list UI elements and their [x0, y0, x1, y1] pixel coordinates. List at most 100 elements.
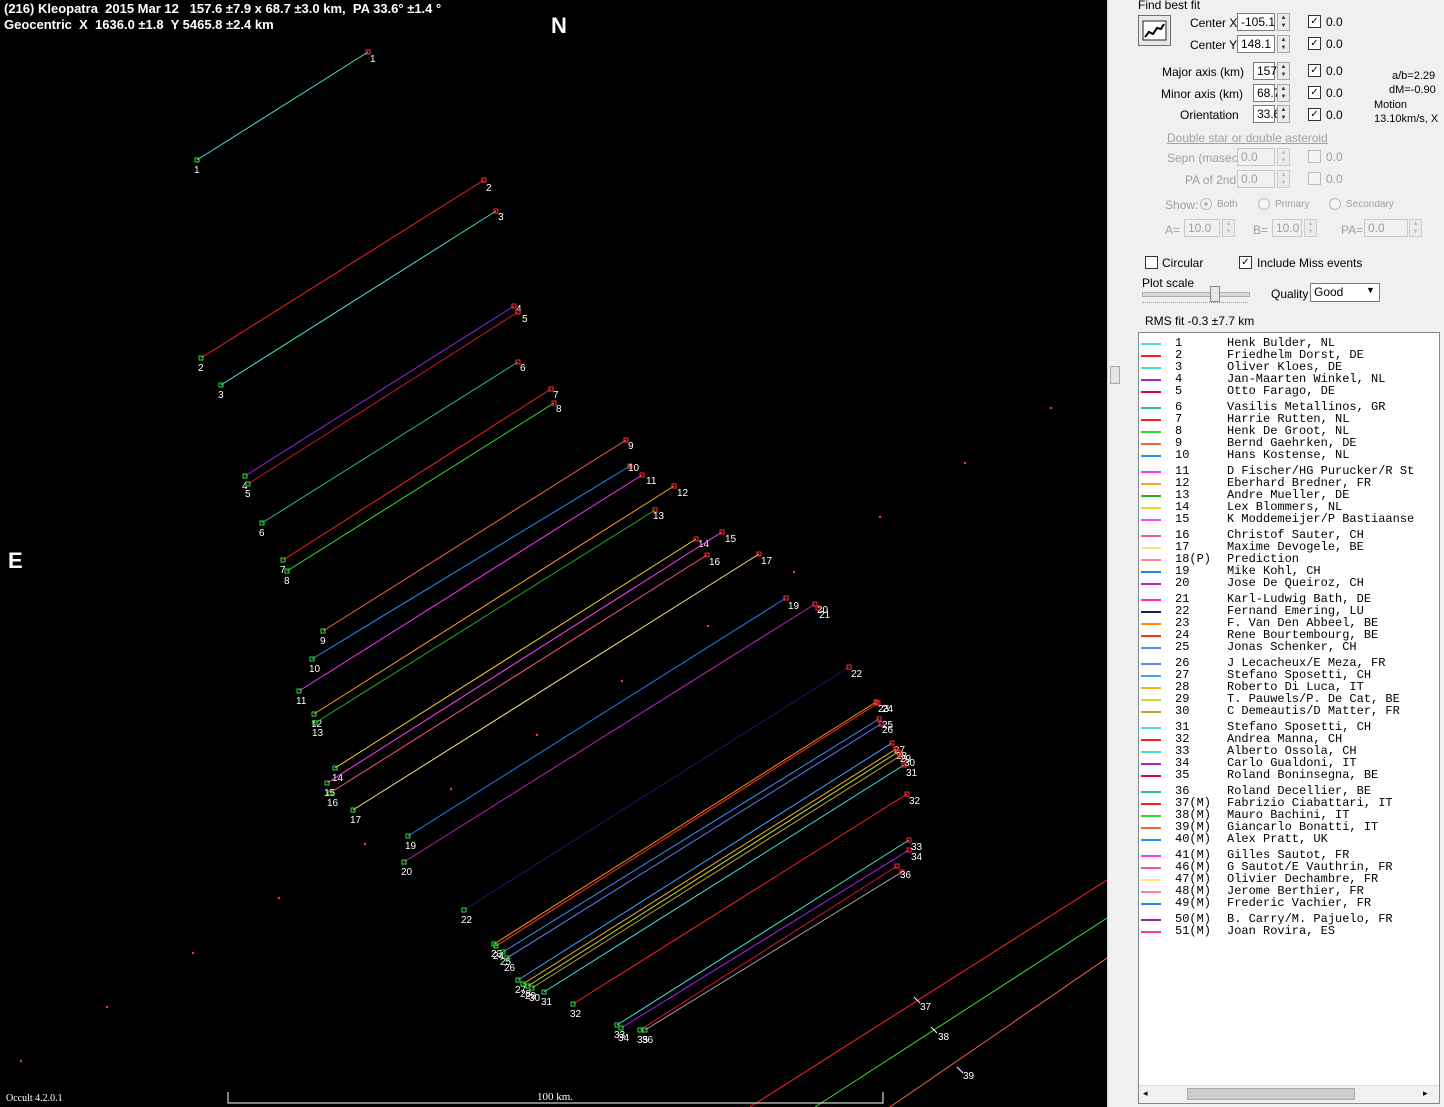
- observer-color-swatch: [1141, 431, 1161, 433]
- orientation-fixed-checkbox[interactable]: ✓: [1308, 108, 1321, 121]
- chord-line-37: [749, 879, 1107, 1107]
- observer-row[interactable]: 5 Otto Farago, DE: [1139, 385, 1439, 397]
- observer-color-swatch: [1141, 751, 1161, 753]
- observer-color-swatch: [1141, 571, 1161, 573]
- occultation-plot[interactable]: 1 1 2 2 3 3 4 4 5 5 6 6 7 7 8 8 9 9 10 10 11 11 12 12 13 13 14 14 15…: [0, 0, 1107, 1107]
- observer-number: 40(M): [1175, 832, 1212, 846]
- center-x-input[interactable]: -105.1: [1237, 13, 1275, 31]
- include-miss-checkbox[interactable]: ✓: [1239, 256, 1252, 269]
- chord-plot-canvas: 1122334455667788991010111112121313141415…: [19, 49, 1107, 1107]
- chord-end-label-32: 32: [909, 796, 921, 807]
- orientation-input[interactable]: 33.6: [1253, 105, 1280, 123]
- chord-end-label-38: 38: [938, 1032, 950, 1043]
- a-spinner[interactable]: ▲ ▼: [1222, 219, 1235, 237]
- major-axis-input[interactable]: 157.6: [1253, 62, 1287, 80]
- observer-color-swatch: [1141, 891, 1161, 893]
- observer-row[interactable]: 15 K Moddemeijer/P Bastiaanse: [1139, 513, 1439, 525]
- panel-splitter[interactable]: [1107, 0, 1137, 1107]
- show-both-radio[interactable]: [1200, 198, 1212, 210]
- show-secondary-radio[interactable]: [1329, 198, 1341, 210]
- center-x-spinner[interactable]: ▲ ▼: [1277, 13, 1290, 31]
- major-axis-spinner[interactable]: ▲ ▼: [1277, 62, 1290, 80]
- center-y-fixed-value: 0.0: [1326, 37, 1343, 51]
- pa-spinner[interactable]: ▲ ▼: [1409, 219, 1422, 237]
- prediction-point-12: [19, 1059, 23, 1063]
- chord-end-label-16: 16: [709, 557, 721, 568]
- plot-scale-slider[interactable]: [1142, 292, 1250, 297]
- chord-end-label-13: 13: [653, 511, 665, 522]
- chord-line-17: [352, 553, 760, 811]
- center-y-input[interactable]: 148.1: [1237, 35, 1275, 53]
- chord-line-36: [644, 871, 903, 1031]
- quality-select[interactable]: Good ▼: [1310, 283, 1380, 302]
- sepn-spinner[interactable]: ▲ ▼: [1277, 148, 1290, 166]
- sepn-fixed-checkbox[interactable]: [1308, 150, 1321, 163]
- observer-number: 10: [1175, 448, 1190, 462]
- observer-row[interactable]: 10 Hans Kostense, NL: [1139, 449, 1439, 461]
- center-y-spinner[interactable]: ▲ ▼: [1277, 35, 1290, 53]
- observer-row[interactable]: 30 C Demeautis/D Matter, FR: [1139, 705, 1439, 717]
- pa-label: PA=: [1341, 223, 1364, 237]
- splitter-grip[interactable]: [1110, 366, 1120, 384]
- a-input[interactable]: 10.0: [1184, 219, 1220, 237]
- b-input[interactable]: 10.0: [1272, 219, 1302, 237]
- circular-checkbox[interactable]: [1145, 256, 1158, 269]
- observer-color-swatch: [1141, 867, 1161, 869]
- observer-color-swatch: [1141, 775, 1161, 777]
- minor-axis-input[interactable]: 68.7: [1253, 84, 1280, 102]
- observer-row[interactable]: 51(M) Joan Rovira, ES: [1139, 925, 1439, 937]
- chord-line-38: [814, 917, 1107, 1107]
- show-primary-radio[interactable]: [1258, 198, 1270, 210]
- pa2-spinner[interactable]: ▲ ▼: [1277, 170, 1290, 188]
- chord-end-label-21: 21: [819, 610, 831, 621]
- quality-value: Good: [1314, 285, 1344, 299]
- pa2-fixed-value: 0.0: [1326, 172, 1343, 186]
- horizontal-scrollbar[interactable]: ◂ ▸: [1139, 1085, 1439, 1103]
- scroll-right-icon[interactable]: ▸: [1423, 1088, 1428, 1099]
- observer-row[interactable]: 25 Jonas Schenker, CH: [1139, 641, 1439, 653]
- double-star-link[interactable]: Double star or double asteroid: [1167, 131, 1328, 145]
- observer-color-swatch: [1141, 343, 1161, 345]
- orientation-spinner[interactable]: ▲ ▼: [1277, 105, 1290, 123]
- chord-start-label-1: 1: [194, 165, 200, 176]
- find-best-fit-button[interactable]: [1138, 15, 1171, 46]
- major-axis-label: Major axis (km): [1162, 65, 1245, 79]
- observer-name: Roland Boninsegna, BE: [1227, 768, 1379, 782]
- observer-name: C Demeautis/D Matter, FR: [1227, 704, 1400, 718]
- chord-start-label-8: 8: [284, 576, 290, 587]
- scroll-left-icon[interactable]: ◂: [1143, 1088, 1148, 1099]
- chord-end-label-1: 1: [370, 54, 376, 65]
- observer-row[interactable]: 35 Roland Boninsegna, BE: [1139, 769, 1439, 781]
- chord-start-label-19: 19: [405, 841, 417, 852]
- observer-color-swatch: [1141, 519, 1161, 521]
- scale-bar-label: 100 km.: [537, 1091, 574, 1103]
- observer-row[interactable]: 20 Jose De Queiroz, CH: [1139, 577, 1439, 589]
- chord-end-label-3: 3: [498, 212, 504, 223]
- chord-line-39: [889, 957, 1107, 1107]
- observer-row[interactable]: 40(M) Alex Pratt, UK: [1139, 833, 1439, 845]
- observer-color-swatch: [1141, 791, 1161, 793]
- pa2-fixed-checkbox[interactable]: [1308, 172, 1321, 185]
- scroll-thumb[interactable]: [1187, 1088, 1355, 1100]
- b-spinner[interactable]: ▲ ▼: [1304, 219, 1317, 237]
- b-label: B=: [1253, 223, 1269, 237]
- pa-input[interactable]: 0.0: [1364, 219, 1408, 237]
- pa2-input[interactable]: 0.0: [1237, 170, 1275, 188]
- miss-tick-1: [930, 1026, 938, 1034]
- observer-list[interactable]: 1 Henk Bulder, NL 2 Friedhelm Dorst, DE 3 Oli…: [1138, 332, 1440, 1104]
- sepn-label: Sepn (masec): [1167, 151, 1242, 165]
- center-y-fixed-checkbox[interactable]: ✓: [1308, 37, 1321, 50]
- chord-start-label-16: 16: [327, 798, 339, 809]
- center-y-label: Center Y: [1190, 38, 1238, 52]
- sepn-input[interactable]: 0.0: [1237, 148, 1275, 166]
- observer-row[interactable]: 49(M) Frederic Vachier, FR: [1139, 897, 1439, 909]
- minor-axis-fixed-checkbox[interactable]: ✓: [1308, 86, 1321, 99]
- observer-name: K Moddemeijer/P Bastiaanse: [1227, 512, 1415, 526]
- plot-scale-thumb[interactable]: [1210, 286, 1220, 302]
- center-x-fixed-checkbox[interactable]: ✓: [1308, 15, 1321, 28]
- major-axis-fixed-checkbox[interactable]: ✓: [1308, 64, 1321, 77]
- observer-name: Jonas Schenker, CH: [1227, 640, 1357, 654]
- miss-tick-2: [956, 1066, 964, 1074]
- minor-axis-spinner[interactable]: ▲ ▼: [1277, 84, 1290, 102]
- observer-color-swatch: [1141, 827, 1161, 829]
